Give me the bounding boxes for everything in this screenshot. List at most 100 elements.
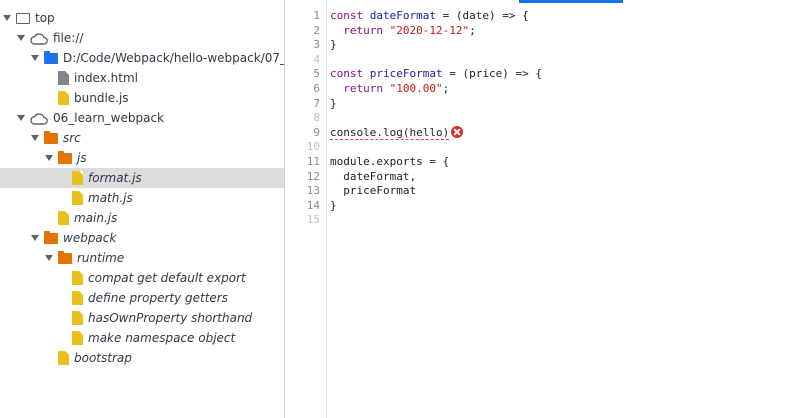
chevron-down-icon[interactable]: [44, 148, 54, 168]
code-token-kw: return: [330, 81, 390, 95]
code-token-kw: return: [330, 23, 390, 37]
folder-orange-icon: [58, 150, 72, 164]
file-yellow-icon: [72, 171, 83, 185]
chevron-down-icon[interactable]: [16, 28, 26, 48]
code-token-def: dateFormat: [369, 9, 436, 22]
tree-item[interactable]: index.html: [0, 68, 284, 88]
chevron-down-icon[interactable]: [2, 8, 12, 28]
tree-item[interactable]: main.js: [0, 208, 284, 228]
tree-item[interactable]: make namespace object: [0, 328, 284, 348]
code-token-rest: module.exports = {: [330, 154, 450, 168]
line-number: 5: [313, 67, 320, 81]
file-yellow-icon: [58, 351, 69, 365]
chevron-down-icon[interactable]: [30, 48, 40, 68]
chevron-down-icon[interactable]: [30, 128, 40, 148]
tree-item[interactable]: hasOwnProperty shorthand: [0, 308, 284, 328]
code-editor[interactable]: 1 2 3 4 5 6 7 8 9 10 11 12 13 14 15 const dateFormat =…: [286, 0, 812, 418]
tree-item-label: format.js: [88, 171, 142, 185]
code-line: }: [330, 199, 542, 214]
chevron-down-icon[interactable]: [16, 108, 26, 128]
tree-item[interactable]: 06_learn_webpack: [0, 108, 284, 128]
code-token-rest: = (date) => {: [435, 9, 529, 22]
chevron-down-icon[interactable]: [30, 228, 40, 248]
error-icon[interactable]: [451, 125, 464, 138]
code-line: return "2020-12-12";: [330, 24, 542, 39]
tree-item[interactable]: js: [0, 148, 284, 168]
code-token-rest: }: [330, 38, 337, 52]
code-token-kw: const: [330, 9, 370, 22]
tree-item[interactable]: runtime: [0, 248, 284, 268]
line-number: 10: [306, 140, 320, 154]
tree-item-label: runtime: [77, 251, 125, 265]
active-tab-indicator: [519, 0, 623, 3]
tree-item[interactable]: D:/Code/Webpack/hello-webpack/07_webp: [0, 48, 284, 68]
code-line: const dateFormat = (date) => {: [330, 9, 542, 24]
code-token-rest: }: [330, 96, 337, 110]
tree-item[interactable]: bundle.js: [0, 88, 284, 108]
line-number: 13: [306, 184, 320, 198]
gutter-separator: [326, 0, 327, 418]
line-number: 3: [313, 38, 320, 52]
folder-blue-icon: [44, 50, 58, 64]
cloud-icon: [30, 112, 48, 125]
code-token-rest: priceFormat: [330, 184, 417, 198]
tree-item-label: js: [77, 151, 87, 165]
code-token-str: "2020-12-12": [389, 23, 470, 37]
file-yellow-icon: [58, 91, 69, 105]
tree-item-label: D:/Code/Webpack/hello-webpack/07_webp: [63, 51, 284, 65]
tree-item-label: index.html: [74, 71, 138, 85]
file-yellow-icon: [72, 311, 83, 325]
tree-item[interactable]: math.js: [0, 188, 284, 208]
code-line: dateFormat,: [330, 170, 542, 185]
tree-item[interactable]: top: [0, 8, 284, 28]
tree-item[interactable]: define property getters: [0, 288, 284, 308]
folder-orange-icon: [44, 230, 58, 244]
line-number: 2: [313, 23, 320, 37]
tree-item-label: main.js: [74, 211, 118, 225]
code-token-rest: console.log(hello): [330, 125, 450, 140]
file-yellow-icon: [72, 191, 83, 205]
tree-item-label: math.js: [88, 191, 133, 205]
tree-item-label: define property getters: [88, 291, 228, 305]
tree-item[interactable]: webpack: [0, 228, 284, 248]
tree-item[interactable]: src: [0, 128, 284, 148]
file-yellow-icon: [58, 211, 69, 225]
line-number: 7: [313, 96, 320, 110]
line-number: 15: [306, 213, 320, 227]
code-content[interactable]: const dateFormat = (date) => { return "2…: [330, 9, 542, 228]
line-number: 1: [313, 9, 320, 22]
line-number: 6: [313, 81, 320, 95]
line-number-gutter: 1 2 3 4 5 6 7 8 9 10 11 12 13 14 15: [286, 9, 322, 228]
frame-icon: [16, 12, 30, 24]
code-token-str: "100.00": [389, 81, 443, 95]
tree-item-label: hasOwnProperty shorthand: [88, 311, 253, 325]
code-token-tail: ;: [469, 23, 476, 37]
tree-item-label: src: [63, 131, 81, 145]
code-token-def: priceFormat: [369, 67, 443, 81]
file-yellow-icon: [72, 291, 83, 305]
tree-item[interactable]: compat get default export: [0, 268, 284, 288]
code-line: }: [330, 97, 542, 112]
code-line: priceFormat: [330, 184, 542, 199]
line-number: 8: [313, 111, 320, 125]
tree-item[interactable]: format.js: [0, 168, 284, 188]
code-token-rest: }: [330, 198, 337, 212]
sources-navigator: top file:// D:/Code/Webpack/hello-webpack/…: [0, 0, 285, 418]
tree-item-label: compat get default export: [88, 271, 246, 285]
chevron-down-icon[interactable]: [44, 248, 54, 268]
tree-item[interactable]: bootstrap: [0, 348, 284, 368]
tree-item-label: webpack: [63, 231, 117, 245]
folder-orange-icon: [44, 130, 58, 144]
code-token-kw: const: [330, 67, 370, 81]
tree-item-label: make namespace object: [88, 331, 236, 345]
code-line: const priceFormat = (price) => {: [330, 67, 542, 82]
tree-item[interactable]: file://: [0, 28, 284, 48]
code-token-rest: dateFormat,: [330, 169, 417, 183]
file-gray-icon: [58, 71, 69, 85]
tree-item-label: bundle.js: [74, 91, 129, 105]
code-line: }: [330, 38, 542, 53]
code-line: return "100.00";: [330, 82, 542, 97]
